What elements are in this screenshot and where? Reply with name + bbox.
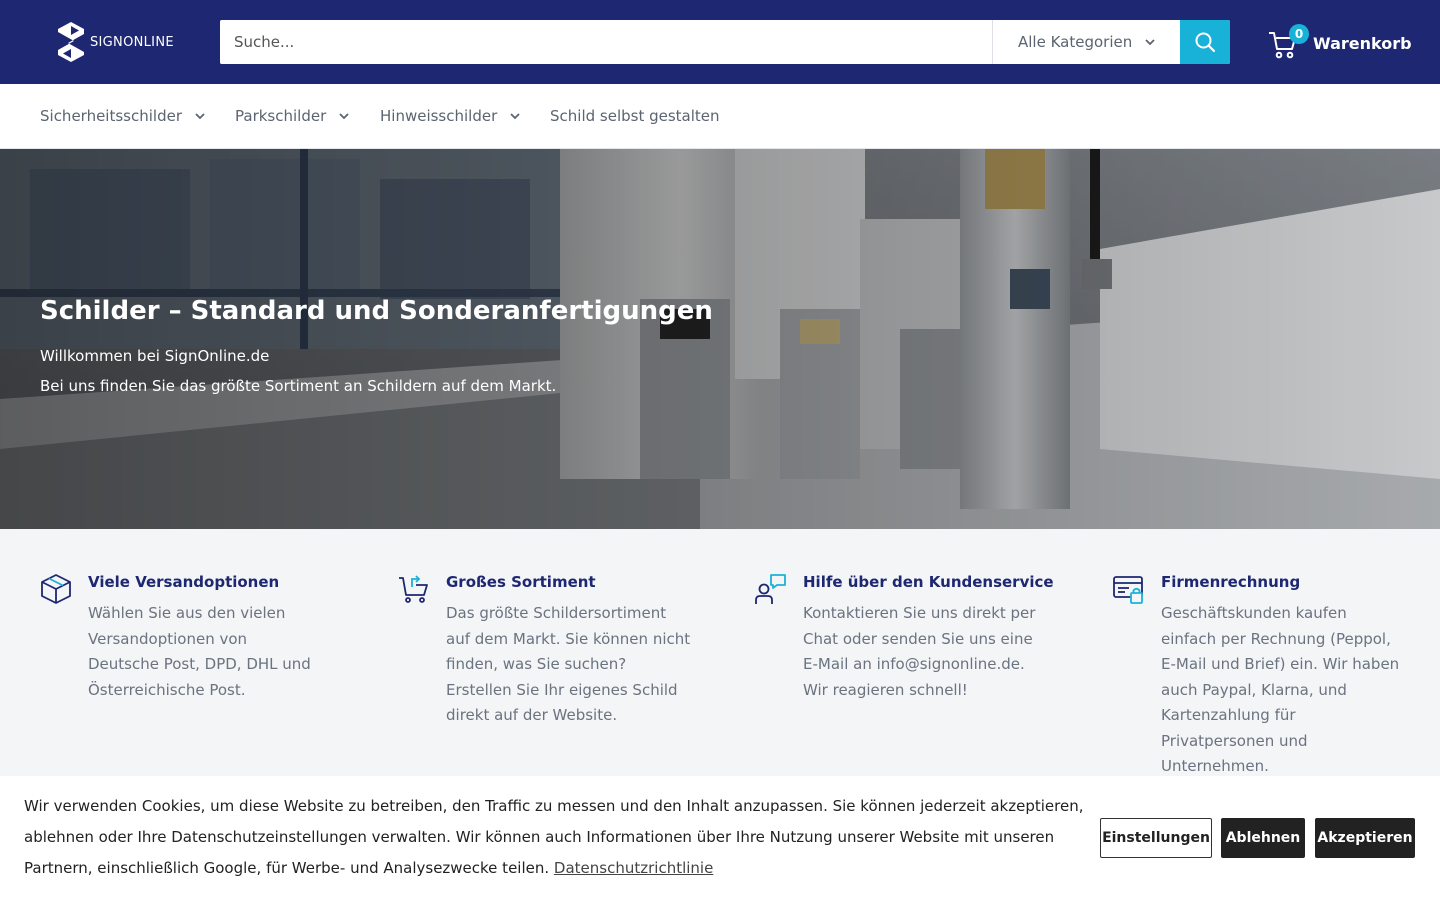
nav-item-parkschilder[interactable]: Parkschilder [235,107,350,125]
nav-item-label: Hinweisschilder [380,107,498,125]
nav-item-schild-selbst-gestalten[interactable]: Schild selbst gestalten [550,107,720,125]
cookie-banner: Wir verwenden Cookies, um diese Website … [0,776,1440,900]
feature-title: Hilfe über den Kundenservice [803,573,1054,591]
search-input[interactable] [220,20,992,64]
cart-button[interactable]: 0 Warenkorb [1268,24,1412,60]
nav-item-label: Schild selbst gestalten [550,107,720,125]
cart-icon-wrap: 0 [1268,24,1309,60]
support-chat-icon [755,574,786,604]
nav-item-label: Parkschilder [235,107,327,125]
cart-count-badge: 0 [1289,24,1309,44]
feature-text: Das größte Schildersortiment auf dem Mar… [446,604,691,724]
cart-return-icon [399,575,428,603]
cookie-accept-button[interactable]: Akzeptieren [1315,818,1415,858]
box-icon [41,574,71,604]
search-icon [1195,32,1216,53]
site-logo[interactable]: SIGNONLINE [58,22,174,62]
hero-subtitle: Willkommen bei SignOnline.de [40,347,270,365]
category-select-label: Alle Kategorien [1018,33,1133,51]
cart-label: Warenkorb [1313,33,1412,53]
nav-item-label: Sicherheitsschilder [40,107,182,125]
nav-item-sicherheitsschilder[interactable]: Sicherheitsschilder [40,107,206,125]
category-select[interactable]: Alle Kategorien [992,20,1180,64]
feature-text: Kontaktieren Sie uns direkt per Chat ode… [803,604,1036,699]
nav-item-hinweisschilder[interactable]: Hinweisschilder [380,107,521,125]
chevron-down-icon [510,113,520,120]
invoice-card-icon [1113,576,1143,604]
chevron-down-icon [339,113,349,120]
chevron-down-icon [1145,39,1155,46]
search-bar: Alle Kategorien [220,20,1230,64]
feature-text: Geschäftskunden kaufen einfach per Rechn… [1161,604,1400,775]
site-header: SIGNONLINE Alle Kategorien 0 Warenkorb [0,0,1440,84]
cookie-settings-button[interactable]: Einstellungen [1100,818,1212,858]
feature-title: Firmenrechnung [1161,573,1301,591]
feature-title: Großes Sortiment [446,573,596,591]
hero-description: Bei uns finden Sie das größte Sortiment … [40,377,557,395]
feature-text: Wählen Sie aus den vielen Versandoptione… [88,604,311,699]
features-section: Viele Versandoptionen Wählen Sie aus den… [0,529,1440,776]
hero-background-image [0,149,1440,529]
cookie-text-wrap: Wir verwenden Cookies, um diese Website … [24,791,1084,884]
privacy-policy-link[interactable]: Datenschutzrichtlinie [554,859,713,877]
hero-banner: Schilder – Standard und Sonderanfertigun… [0,149,1440,529]
feature-title: Viele Versandoptionen [88,573,280,591]
search-button[interactable] [1180,20,1230,64]
main-nav: Sicherheitsschilder Parkschilder Hinweis… [0,84,1440,149]
cookie-decline-button[interactable]: Ablehnen [1221,818,1305,858]
hero-title: Schilder – Standard und Sonderanfertigun… [40,296,713,326]
chevron-down-icon [195,113,205,120]
signonline-logo-icon [58,22,84,62]
logo-text: SIGNONLINE [90,34,174,50]
